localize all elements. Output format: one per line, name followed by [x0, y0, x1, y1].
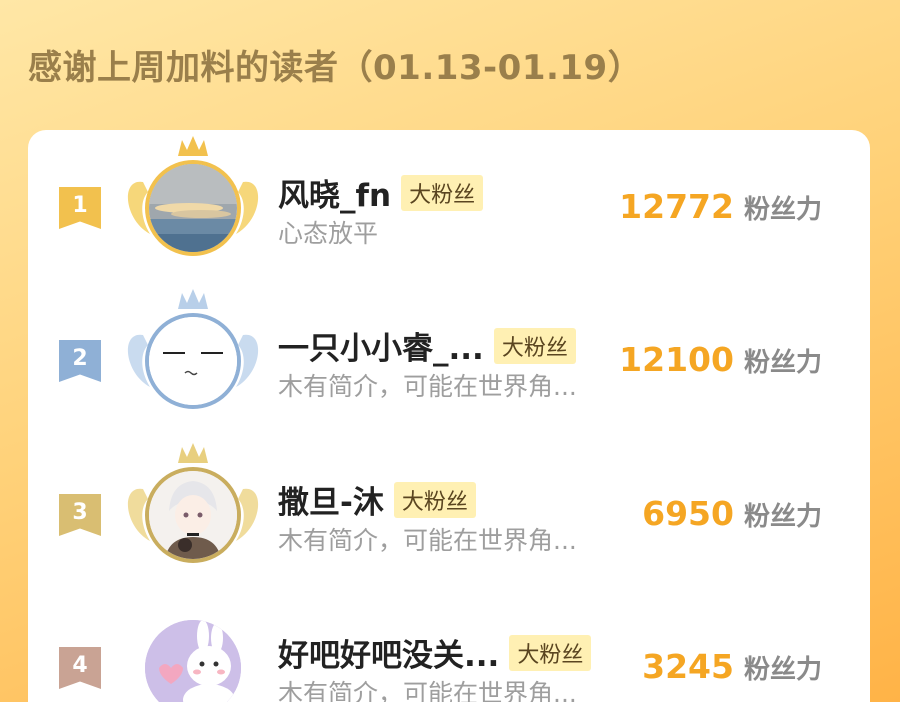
user-bio: 木有简介，可能在世界角...: [278, 526, 577, 555]
rank-badge: 1: [59, 187, 101, 229]
fan-level-badge: 大粉丝: [493, 327, 576, 364]
page-title: 感谢上周加料的读者（01.13-01.19）: [28, 48, 643, 88]
rank-badge: 2: [59, 340, 101, 382]
reader-row[interactable]: 2 一只小小睿_... 大粉丝 木有简介，可能在世界角... 12100 粉丝力: [28, 283, 870, 423]
user-name[interactable]: 风晓_fn: [278, 170, 391, 215]
avatar[interactable]: [145, 467, 241, 563]
fan-power-score: 12772: [619, 187, 734, 226]
bunny-image: [145, 620, 241, 702]
user-bio: 心态放平: [278, 219, 379, 248]
user-name[interactable]: 好吧好吧没关...: [278, 630, 499, 675]
user-bio: 木有简介，可能在世界角...: [278, 372, 577, 401]
fan-power-score: 12100: [619, 340, 734, 379]
reader-list-card: 1 风晓_fn 大粉丝 心态放平 12772 粉丝力 2 一只小小睿_... 大…: [28, 130, 870, 702]
fan-level-badge: 大粉丝: [401, 174, 484, 211]
avatar[interactable]: [145, 160, 241, 256]
fan-power-label: 粉丝力: [743, 195, 822, 225]
avatar-frame: [118, 590, 268, 702]
anime-character-image: [149, 471, 237, 559]
default-face-image: [149, 317, 237, 405]
avatar-frame: [118, 130, 268, 270]
fan-level-badge: 大粉丝: [393, 481, 476, 518]
user-bio: 木有简介，可能在世界角...: [278, 679, 577, 702]
avatar[interactable]: [145, 313, 241, 409]
rank-badge: 4: [59, 647, 101, 689]
fan-power-score: 6950: [642, 494, 734, 533]
fan-power-label: 粉丝力: [743, 502, 822, 532]
rank-badge: 3: [59, 494, 101, 536]
fan-power-label: 粉丝力: [743, 348, 822, 378]
user-name[interactable]: 撒旦-沐: [278, 477, 384, 522]
avatar[interactable]: [145, 620, 241, 702]
reader-row[interactable]: 4 好吧好吧没关... 大粉丝 木有简介，可能在世界角... 3245 粉丝力: [28, 590, 870, 702]
fan-power-label: 粉丝力: [743, 655, 822, 685]
reader-row[interactable]: 1 风晓_fn 大粉丝 心态放平 12772 粉丝力: [28, 130, 870, 270]
avatar-frame: [118, 437, 268, 577]
user-name[interactable]: 一只小小睿_...: [278, 323, 484, 368]
fan-level-badge: 大粉丝: [509, 634, 592, 671]
reader-row[interactable]: 3 撒旦-沐 大粉丝 木有简介，可能在世界角... 6950 粉丝力: [28, 437, 870, 577]
avatar-frame: [118, 283, 268, 423]
fan-power-score: 3245: [642, 647, 734, 686]
sky-landscape-image: [149, 164, 237, 252]
